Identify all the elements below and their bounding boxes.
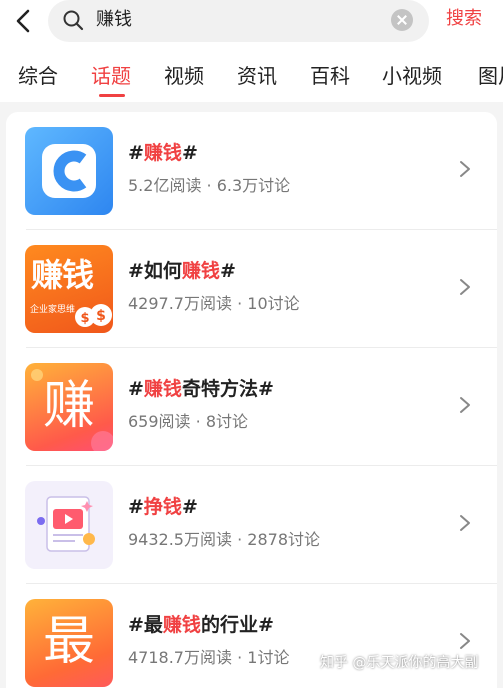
topic-thumbnail: 赚 xyxy=(25,363,113,451)
tab-images[interactable]: 图片 xyxy=(478,62,503,90)
search-input[interactable]: 赚钱 xyxy=(48,0,429,42)
clear-icon[interactable] xyxy=(391,9,413,31)
topic-row[interactable]: #赚钱# 5.2亿阅读 · 6.3万讨论 xyxy=(6,112,497,230)
topic-title: #赚钱# xyxy=(128,142,198,164)
back-arrow-icon[interactable] xyxy=(12,8,38,34)
zui-character-icon: 最 xyxy=(42,612,95,672)
topic-stats: 4297.7万阅读 · 10讨论 xyxy=(128,294,300,313)
tab-comprehensive[interactable]: 综合 xyxy=(18,62,58,90)
topic-results-list: #赚钱# 5.2亿阅读 · 6.3万讨论 赚钱 企业家思维 $ $ #如何赚钱#… xyxy=(6,112,497,688)
search-button[interactable]: 搜索 xyxy=(446,6,482,32)
chevron-right-icon xyxy=(460,515,470,531)
topic-row[interactable]: #挣钱# 9432.5万阅读 · 2878讨论 xyxy=(6,466,497,584)
chevron-right-icon xyxy=(460,397,470,413)
topic-title: #如何赚钱# xyxy=(128,260,236,282)
topic-row[interactable]: 最 #最赚钱的行业# 4718.7万阅读 · 1讨论 xyxy=(6,584,497,688)
topic-stats: 4718.7万阅读 · 1讨论 xyxy=(128,648,290,667)
chevron-right-icon xyxy=(460,633,470,649)
search-icon xyxy=(63,10,84,31)
topic-stats: 5.2亿阅读 · 6.3万讨论 xyxy=(128,176,291,195)
topic-thumbnail: 赚钱 企业家思维 $ $ xyxy=(25,245,113,333)
topic-thumbnail xyxy=(25,481,113,569)
tab-topics[interactable]: 话题 xyxy=(91,62,131,90)
svg-text:$: $ xyxy=(80,311,89,326)
chevron-right-icon xyxy=(460,161,470,177)
thumbnail-subcaption: 企业家思维 xyxy=(30,305,76,315)
topic-row[interactable]: 赚 #赚钱奇特方法# 659阅读 · 8讨论 xyxy=(6,348,497,466)
topic-row[interactable]: 赚钱 企业家思维 $ $ #如何赚钱# 4297.7万阅读 · 10讨论 xyxy=(6,230,497,348)
search-query[interactable]: 赚钱 xyxy=(96,8,132,32)
tab-videos[interactable]: 视频 xyxy=(164,62,204,90)
search-header: 赚钱 搜索 xyxy=(0,0,503,50)
topic-thumbnail xyxy=(25,127,113,215)
zhuan-character-icon: 赚 xyxy=(42,376,95,436)
topic-stats: 659阅读 · 8讨论 xyxy=(128,412,249,431)
tab-encyclopedia[interactable]: 百科 xyxy=(310,62,350,90)
topic-stats: 9432.5万阅读 · 2878讨论 xyxy=(128,530,321,549)
watermark: 知乎 @乐天派你的高大副 xyxy=(320,655,479,671)
topic-title: #赚钱奇特方法# xyxy=(128,378,274,400)
money-bag-icon: $ $ xyxy=(75,304,112,327)
tab-news[interactable]: 资讯 xyxy=(237,62,277,90)
tab-short-videos[interactable]: 小视频 xyxy=(382,62,442,90)
chevron-right-icon xyxy=(460,279,470,295)
topic-title: #最赚钱的行业# xyxy=(128,614,274,636)
svg-text:$: $ xyxy=(96,308,106,324)
topic-thumbnail: 最 xyxy=(25,599,113,687)
active-tab-indicator xyxy=(99,94,125,97)
thumbnail-caption: 赚钱 xyxy=(31,256,94,294)
topic-title: #挣钱# xyxy=(128,496,198,518)
category-tabs: 综合 话题 视频 资讯 百科 小视频 图片 xyxy=(0,50,503,102)
c-logo-icon xyxy=(42,144,96,198)
video-document-icon xyxy=(37,496,95,552)
